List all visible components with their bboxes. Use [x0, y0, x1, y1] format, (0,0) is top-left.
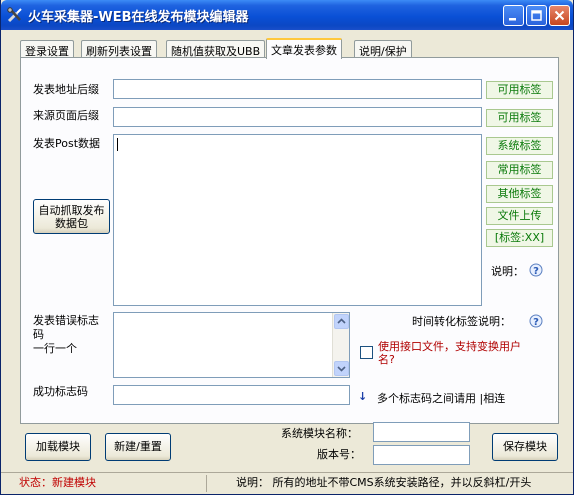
- tab-login-settings[interactable]: 登录设置: [20, 40, 74, 58]
- auto-capture-button[interactable]: 自动抓取发布数据包: [33, 199, 110, 234]
- post-url-suffix-input[interactable]: [113, 79, 482, 99]
- window-title: 火车采集器-WEB在线发布模块编辑器: [28, 10, 249, 25]
- scroll-down-button[interactable]: [334, 361, 349, 376]
- error-code-label: 发表错误标志码 一行一个: [33, 314, 99, 355]
- status-divider: [206, 475, 207, 492]
- new-reset-button[interactable]: 新建/重置: [105, 433, 171, 461]
- error-code-scrollbar[interactable]: [332, 313, 349, 377]
- system-module-name-label: 系统模块名称：: [281, 427, 358, 440]
- scroll-up-icon: [337, 318, 346, 324]
- help-icon[interactable]: ?: [529, 263, 543, 277]
- editor-window: 火车采集器-WEB在线发布模块编辑器 登录设置 刷新列表设置 随机值获取及UBB…: [0, 0, 574, 495]
- scroll-down-icon: [337, 366, 346, 372]
- tools-icon: [7, 7, 22, 23]
- use-interface-checkbox-label[interactable]: 使用接口文件，支持变换用户名?: [378, 340, 528, 366]
- tag-xx-button[interactable]: [标签:XX]: [486, 229, 553, 247]
- source-page-suffix-input[interactable]: [113, 107, 482, 127]
- version-input[interactable]: [373, 445, 470, 465]
- status-description-text: 说明： 所有的地址不带CMS系统安装路径，并以反斜杠/开头: [236, 476, 532, 489]
- file-upload-button[interactable]: 文件上传: [486, 207, 553, 225]
- svg-text:?: ?: [533, 266, 539, 277]
- available-tags-button-2[interactable]: 可用标签: [486, 109, 553, 127]
- close-icon: [554, 10, 565, 21]
- maximize-icon: [531, 10, 542, 21]
- text-caret: [117, 138, 118, 151]
- post-data-label: 发表Post数据: [33, 137, 101, 150]
- separator-note: 多个标志码之间请用 |相连: [377, 392, 506, 405]
- tab-refresh-list-settings[interactable]: 刷新列表设置: [81, 40, 157, 58]
- available-tags-button-1[interactable]: 可用标签: [486, 81, 553, 99]
- tab-description-protection[interactable]: 说明/保护: [354, 40, 412, 58]
- use-interface-checkbox[interactable]: [360, 346, 373, 359]
- status-state-text: 状态：新建模块: [19, 476, 96, 489]
- down-arrow-icon: ↓: [358, 390, 368, 403]
- other-tags-button[interactable]: 其他标签: [486, 185, 553, 203]
- system-module-name-input[interactable]: [373, 422, 470, 442]
- status-bar: 状态：新建模块 说明： 所有的地址不带CMS系统安装路径，并以反斜杠/开头: [1, 472, 573, 494]
- time-help-icon[interactable]: ?: [529, 314, 543, 328]
- auto-capture-button-label: 自动抓取发布数据包: [38, 204, 105, 230]
- svg-text:?: ?: [533, 317, 539, 328]
- post-data-textarea[interactable]: [113, 134, 482, 306]
- post-url-suffix-label: 发表地址后缀: [33, 83, 99, 96]
- tab-random-value-ubb[interactable]: 随机值获取及UBB: [166, 40, 266, 58]
- maximize-button[interactable]: [526, 5, 547, 26]
- error-code-textarea[interactable]: [113, 312, 350, 378]
- system-tags-button[interactable]: 系统标签: [486, 137, 553, 155]
- scroll-up-button[interactable]: [334, 314, 349, 329]
- tab-article-post-params[interactable]: 文章发表参数: [266, 38, 342, 59]
- success-code-input[interactable]: [113, 385, 350, 405]
- time-conversion-help-label: 时间转化标签说明：: [412, 315, 511, 328]
- load-module-button[interactable]: 加载模块: [25, 433, 91, 461]
- minimize-icon: [509, 18, 516, 21]
- save-module-button[interactable]: 保存模块: [492, 433, 558, 461]
- title-bar: 火车采集器-WEB在线发布模块编辑器: [1, 0, 573, 30]
- common-tags-button[interactable]: 常用标签: [486, 161, 553, 179]
- close-button[interactable]: [549, 5, 570, 26]
- minimize-button[interactable]: [503, 5, 524, 26]
- version-label: 版本号：: [317, 448, 361, 461]
- description-label: 说明：: [491, 265, 524, 278]
- success-code-label: 成功标志码: [33, 385, 88, 398]
- source-page-suffix-label: 来源页面后缀: [33, 109, 99, 122]
